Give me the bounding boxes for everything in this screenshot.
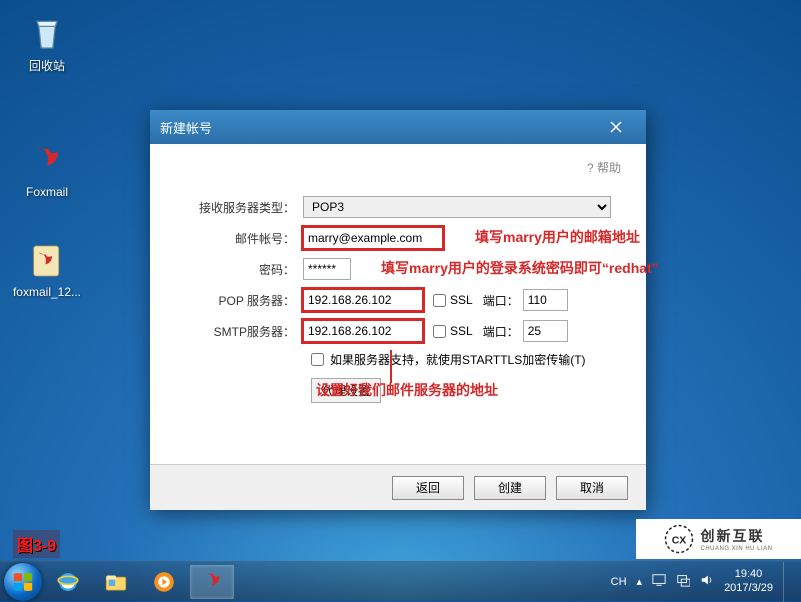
password-row: 密码： 填写marry用户的登录系统密码即可“redhat” [175,258,621,280]
system-tray: CH ▴ 19:40 2017/3/29 [611,562,801,602]
dialog-footer: 返回 创建 取消 [150,464,646,510]
desktop-icon-foxmail-zip[interactable]: foxmail_12... [12,240,82,299]
ime-indicator[interactable]: CH [611,576,627,588]
volume-icon[interactable] [700,573,714,590]
pop-port-label: 端口： [483,292,519,309]
figure-label: 图3-9 [13,530,60,558]
smtp-port-label: 端口： [483,323,519,340]
smtp-port-input[interactable] [523,320,568,342]
smtp-ssl-checkbox[interactable] [433,325,446,338]
cancel-button[interactable]: 取消 [556,476,628,500]
password-input[interactable] [303,258,351,280]
pop-port-input[interactable] [523,289,568,311]
create-button[interactable]: 创建 [474,476,546,500]
taskbar-item-media-player[interactable] [142,565,186,599]
email-account-row: 邮件帐号： 填写marry用户的邮箱地址 [175,227,621,249]
taskbar-item-explorer[interactable] [94,565,138,599]
foxmail-icon [26,140,68,182]
foxmail-icon [199,569,225,595]
pop-ssl-check[interactable]: SSL [433,293,473,307]
watermark: CX 创新互联 CHUANG XIN HU LIAN [636,519,801,559]
start-button[interactable] [4,563,42,601]
taskbar-item-ie[interactable] [46,565,90,599]
taskbar: CH ▴ 19:40 2017/3/29 [0,561,801,601]
server-type-select[interactable]: POP3 [303,196,611,218]
starttls-row: 如果服务器支持，就使用STARTTLS加密传输(T) [311,351,621,368]
watermark-brand: 创新互联 [700,526,772,546]
starttls-checkbox[interactable] [311,353,324,366]
desktop-icon-label: 回收站 [12,57,82,74]
close-icon [610,121,622,133]
smtp-server-row: SMTP服务器： SSL 端口： [175,320,621,342]
folder-icon [103,569,129,595]
media-player-icon [151,569,177,595]
annotation-email: 填写marry用户的邮箱地址 [475,227,640,247]
smtp-ssl-check[interactable]: SSL [433,324,473,338]
action-center-icon[interactable] [652,573,666,590]
smtp-server-input[interactable] [303,320,423,342]
pop-server-label: POP 服务器： [175,292,303,309]
clock-time: 19:40 [724,568,773,581]
server-type-row: 接收服务器类型： POP3 [175,196,621,218]
watermark-sub: CHUANG XIN HU LIAN [700,546,772,552]
clock-date: 2017/3/29 [724,582,773,595]
annotation-password: 填写marry用户的登录系统密码即可“redhat” [381,258,659,278]
watermark-logo-icon: CX [664,524,694,554]
server-type-label: 接收服务器类型： [175,199,303,216]
dialog-title: 新建帐号 [160,118,596,137]
pop-server-row: POP 服务器： SSL 端口： [175,289,621,311]
dialog-titlebar[interactable]: 新建帐号 [150,110,646,144]
password-label: 密码： [175,261,303,278]
email-account-label: 邮件帐号： [175,230,303,247]
zip-file-icon [26,240,68,282]
starttls-label: 如果服务器支持，就使用STARTTLS加密传输(T) [330,351,586,368]
recycle-bin-icon [26,12,68,54]
annotation-arrow [390,350,392,383]
network-icon[interactable] [676,573,690,590]
pop-server-input[interactable] [303,289,423,311]
close-button[interactable] [596,117,636,137]
annotation-server: 设置好我们邮件服务器的地址 [316,380,498,400]
new-account-dialog: 新建帐号 ? 帮助 接收服务器类型： POP3 邮件帐号： 填写marry用户的… [150,110,646,510]
help-link[interactable]: ? 帮助 [175,159,621,176]
tray-chevron-up-icon[interactable]: ▴ [637,575,643,588]
desktop-icon-label: Foxmail [12,185,82,199]
taskbar-clock[interactable]: 19:40 2017/3/29 [724,568,773,594]
desktop-icon-label: foxmail_12... [12,285,82,299]
desktop-icon-recycle-bin[interactable]: 回收站 [12,12,82,74]
desktop-icon-foxmail[interactable]: Foxmail [12,140,82,199]
back-button[interactable]: 返回 [392,476,464,500]
svg-text:CX: CX [672,535,687,547]
windows-logo-icon [12,571,34,593]
ie-icon [55,569,81,595]
show-desktop-button[interactable] [783,562,795,602]
taskbar-item-foxmail[interactable] [190,565,234,599]
dialog-body: ? 帮助 接收服务器类型： POP3 邮件帐号： 填写marry用户的邮箱地址 … [150,144,646,403]
email-account-input[interactable] [303,227,443,249]
smtp-server-label: SMTP服务器： [175,323,303,340]
pop-ssl-checkbox[interactable] [433,294,446,307]
